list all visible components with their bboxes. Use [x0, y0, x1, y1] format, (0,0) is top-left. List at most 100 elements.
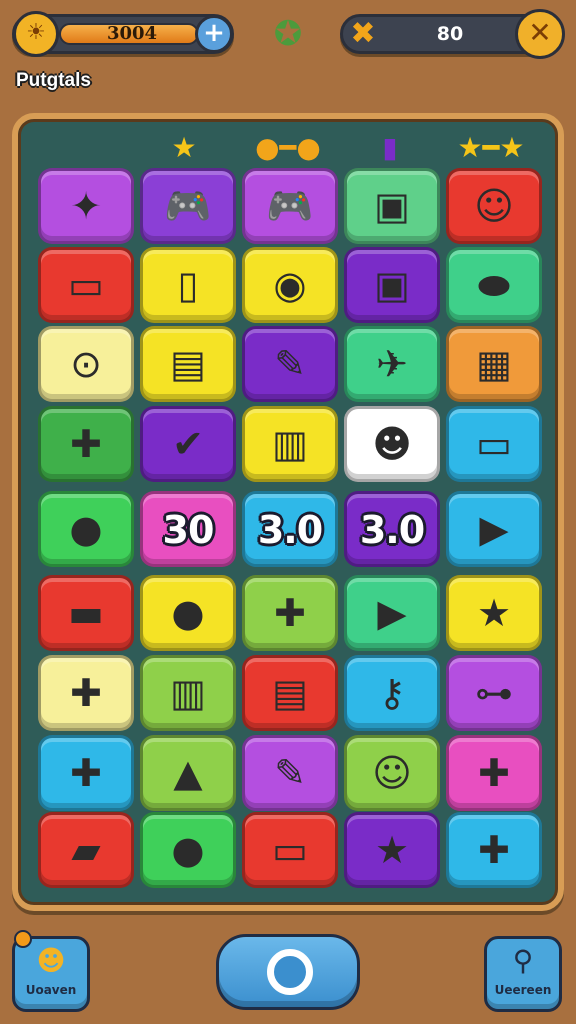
- right-menu-label: Ueereen: [494, 983, 552, 997]
- board-tile[interactable]: ✚: [38, 406, 134, 482]
- board-tile[interactable]: ✚: [38, 735, 134, 811]
- banner-icon: ✦: [70, 184, 102, 228]
- board-tile[interactable]: ★: [344, 812, 440, 888]
- board-tile[interactable]: ▶: [344, 575, 440, 651]
- phone-icon: ▯: [177, 263, 199, 307]
- board-tile[interactable]: ✎: [242, 735, 338, 811]
- gamepad-color-icon: 🎮: [266, 184, 314, 228]
- board-tile[interactable]: ✚: [242, 575, 338, 651]
- board-tile[interactable]: ☻: [344, 406, 440, 482]
- energy-counter: ✖ 80 ✕: [340, 9, 565, 59]
- board-tile[interactable]: ⊶: [446, 655, 542, 731]
- candy-icon: ●: [69, 507, 103, 551]
- board-tile[interactable]: ✚: [446, 812, 542, 888]
- board-tile[interactable]: ▤: [242, 655, 338, 731]
- board-tile[interactable]: ⚷: [344, 655, 440, 731]
- board-tile[interactable]: ✔: [140, 406, 236, 482]
- gamepad-black-icon: ✚: [478, 828, 510, 872]
- board-tile[interactable]: ▤: [140, 326, 236, 402]
- gamepad-white-icon: ✚: [478, 751, 510, 795]
- star-icon: ★: [476, 591, 512, 635]
- decor-item: ●━●: [255, 131, 321, 164]
- board-tile[interactable]: ⬬: [446, 247, 542, 323]
- sun-coin-icon: ☀: [13, 11, 59, 57]
- center-action-button[interactable]: [216, 934, 360, 1010]
- board-tile[interactable]: ▥: [242, 406, 338, 482]
- board-tile[interactable]: ▲: [140, 735, 236, 811]
- ring-button-icon: [267, 949, 313, 995]
- tile-number: 3.0: [257, 508, 323, 552]
- notification-dot: [14, 930, 32, 948]
- add-coins-button[interactable]: +: [195, 15, 233, 53]
- board-tile[interactable]: 🎮: [140, 168, 236, 244]
- handheld-icon: ▤: [170, 342, 206, 386]
- board-tile[interactable]: ✚: [38, 655, 134, 731]
- printer-icon: ▥: [272, 422, 308, 466]
- board-tile[interactable]: 🎮: [242, 168, 338, 244]
- tile-number: 30: [162, 508, 215, 552]
- marker-icon: ✎: [274, 342, 306, 386]
- board-tile[interactable]: ☺: [446, 168, 542, 244]
- board-tile[interactable]: ▥: [140, 655, 236, 731]
- board-tile[interactable]: 3.0: [242, 491, 338, 567]
- blue-case-icon: ▬: [68, 591, 104, 635]
- board-tile[interactable]: ✎: [242, 326, 338, 402]
- cart-icon: ✔: [172, 422, 204, 466]
- board-tile[interactable]: 3.0: [344, 491, 440, 567]
- console-icon: ▤: [272, 671, 308, 715]
- joystick-icon: ⊙: [70, 342, 102, 386]
- check-coin-icon: ◉: [273, 263, 307, 307]
- board-tile[interactable]: ●: [140, 812, 236, 888]
- left-menu-label: Uoaven: [25, 983, 77, 997]
- controller-icon: ✚: [70, 751, 102, 795]
- board-tile[interactable]: ✈: [344, 326, 440, 402]
- red-bag-icon: ●: [171, 591, 205, 635]
- close-button[interactable]: ✕: [515, 9, 565, 59]
- board-tile[interactable]: 30: [140, 491, 236, 567]
- board-tile[interactable]: ▰: [38, 812, 134, 888]
- cash-icon: ▭: [68, 263, 104, 307]
- face-icon: ☻: [372, 422, 412, 466]
- play-case-icon: ▶: [479, 507, 509, 551]
- tablet-icon: ▭: [272, 828, 308, 872]
- right-menu-button[interactable]: ⚲ Ueereen: [484, 936, 562, 1012]
- suitcase-icon: ▭: [476, 422, 512, 466]
- emoji-icon: ☺: [372, 751, 412, 795]
- board-tile[interactable]: ◉: [242, 247, 338, 323]
- orange-ball-icon: ●: [171, 828, 205, 872]
- pencil-icon: ✎: [274, 751, 306, 795]
- board-tile[interactable]: ▣: [344, 168, 440, 244]
- capsule-icon: ⬬: [477, 263, 511, 307]
- board-tile[interactable]: ✚: [446, 735, 542, 811]
- star-badge-icon[interactable]: ✪: [266, 12, 310, 56]
- board-tile[interactable]: ●: [38, 491, 134, 567]
- board-tile[interactable]: ★: [446, 575, 542, 651]
- board-tile[interactable]: ▶: [446, 491, 542, 567]
- magnifier-icon: ⚲: [512, 944, 534, 977]
- ticket-icon: ▰: [71, 828, 101, 872]
- board-tile[interactable]: ▯: [140, 247, 236, 323]
- fries-icon: ▥: [170, 671, 206, 715]
- gamepad-red-icon: ✚: [70, 422, 102, 466]
- board-tile[interactable]: ▭: [38, 247, 134, 323]
- camera-icon: ▣: [374, 263, 410, 307]
- board-tile[interactable]: ▬: [38, 575, 134, 651]
- board-tile[interactable]: ⊙: [38, 326, 134, 402]
- decor-item: ★: [171, 131, 197, 164]
- device-icon: ▦: [476, 342, 512, 386]
- board-tile[interactable]: ✦: [38, 168, 134, 244]
- board-tile[interactable]: ▣: [344, 247, 440, 323]
- key-icon: ⚷: [378, 671, 406, 715]
- board-tile[interactable]: ▦: [446, 326, 542, 402]
- coin-value: 3004: [106, 23, 158, 44]
- board-tile[interactable]: ▭: [242, 812, 338, 888]
- energy-value: 80: [436, 23, 464, 45]
- gamepad-green-icon: ✚: [274, 591, 306, 635]
- tile-number: 3.0: [359, 508, 425, 552]
- smiley-console-icon: ☺: [474, 184, 514, 228]
- tools-icon: ✖: [350, 16, 376, 51]
- board-tile[interactable]: ●: [140, 575, 236, 651]
- board-tile[interactable]: ▭: [446, 406, 542, 482]
- plane-toy-icon: ✈: [376, 342, 408, 386]
- board-tile[interactable]: ☺: [344, 735, 440, 811]
